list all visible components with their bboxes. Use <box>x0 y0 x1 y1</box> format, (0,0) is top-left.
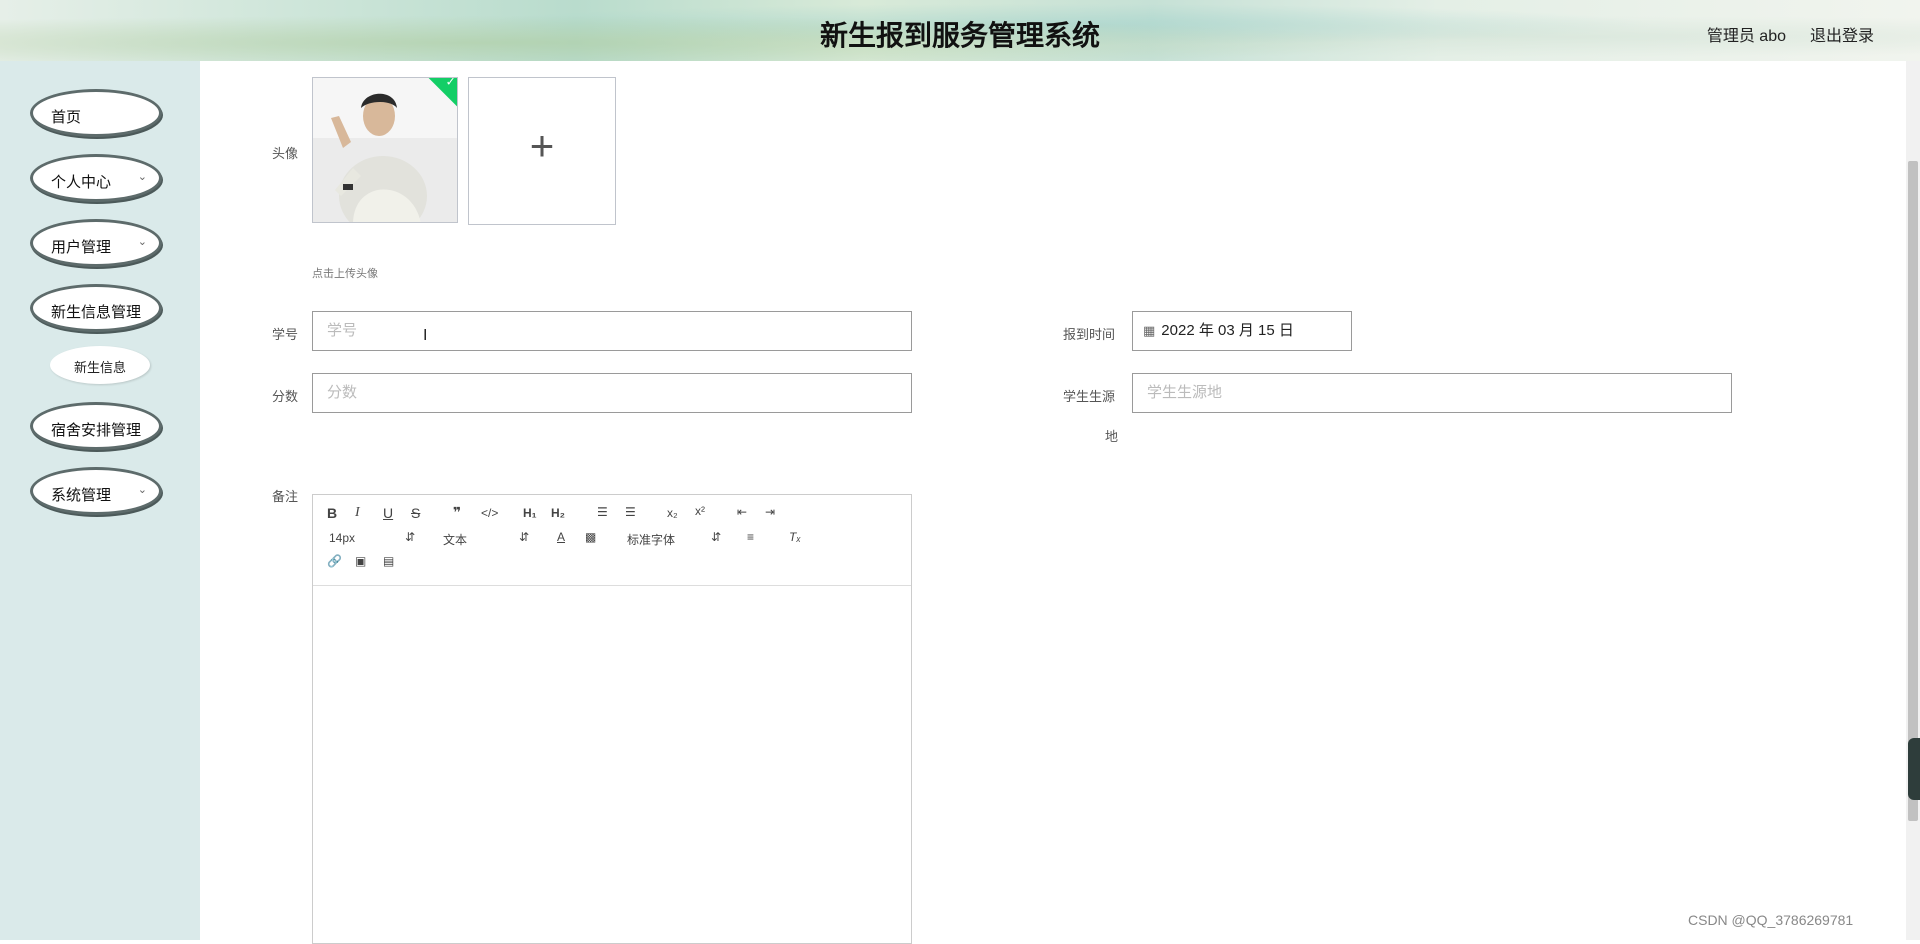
ordered-list-icon[interactable]: ☰ <box>597 505 608 519</box>
student-id-input[interactable]: 学号 <box>312 311 912 351</box>
avatar-photo-icon <box>313 78 457 222</box>
register-time-label: 报到时间 <box>1063 327 1116 342</box>
rich-text-editor[interactable]: B I U S ❞ </> H₁ H₂ ☰ ☰ x₂ x² ⇤ ⇥ 14px ⇵… <box>312 494 912 944</box>
origin-label-line1: 学生生源 <box>1063 389 1116 404</box>
current-user: 管理员 abo <box>1706 28 1786 45</box>
notes-label: 备注 <box>272 489 299 504</box>
text-style-select-arrows-icon: ⇵ <box>519 530 530 544</box>
sidebar-item-home[interactable]: 首页 <box>30 89 162 137</box>
bullet-list-icon[interactable]: ☰ <box>625 505 636 519</box>
sidebar-subitem-student-info[interactable]: 新生信息 <box>50 346 150 384</box>
sidebar-item-student-info-management[interactable]: 新生信息管理 <box>30 284 162 332</box>
avatar-upload-button[interactable]: + <box>468 77 616 225</box>
strikethrough-icon[interactable]: S <box>411 505 420 521</box>
vertical-scrollbar[interactable] <box>1906 61 1920 940</box>
avatar-label: 头像 <box>272 146 299 161</box>
logout-link[interactable]: 退出登录 <box>1810 22 1874 46</box>
background-color-icon[interactable]: ▩ <box>585 530 596 544</box>
check-icon: ✓ <box>445 77 456 89</box>
align-left-icon[interactable]: ≡ <box>747 530 754 544</box>
link-icon[interactable]: 🔗 <box>327 554 342 568</box>
italic-icon[interactable]: I <box>355 505 360 521</box>
app-title: 新生报到服务管理系统 <box>819 20 1100 51</box>
text-cursor-icon: I <box>423 327 428 344</box>
heading1-icon[interactable]: H₁ <box>523 506 537 520</box>
sidebar-item-label: 个人中心 <box>51 174 112 191</box>
heading2-icon[interactable]: H₂ <box>551 506 565 520</box>
underline-icon[interactable]: U <box>383 505 393 521</box>
sidebar: 首页 个人中心 ⌄ 用户管理 ⌄ 新生信息管理 新生信息 宿舍安排管理 系统管理… <box>0 61 200 940</box>
scrollbar-thumb[interactable] <box>1908 161 1918 821</box>
register-time-value: 2022 年 03 月 15 日 <box>1161 322 1294 339</box>
chevron-down-icon: ⌄ <box>137 171 147 183</box>
calendar-icon: ▦ <box>1143 323 1156 338</box>
chevron-down-icon: ⌄ <box>137 236 147 248</box>
sidebar-item-personal-center[interactable]: 个人中心 ⌄ <box>30 154 162 202</box>
origin-input[interactable]: 学生生源地 <box>1132 373 1732 413</box>
app-header: 新生报到服务管理系统 管理员 abo 退出登录 <box>0 0 1920 61</box>
upload-tip: 点击上传头像 <box>312 268 378 280</box>
score-label: 分数 <box>272 389 299 404</box>
bold-icon[interactable]: B <box>327 505 337 521</box>
editor-toolbar: B I U S ❞ </> H₁ H₂ ☰ ☰ x₂ x² ⇤ ⇥ 14px ⇵… <box>313 495 911 586</box>
blockquote-icon[interactable]: ❞ <box>453 504 461 521</box>
score-input[interactable]: 分数 <box>312 373 912 413</box>
sidebar-subitem-label: 新生信息 <box>73 360 126 375</box>
register-time-picker[interactable]: ▦ 2022 年 03 月 15 日 <box>1132 311 1352 351</box>
floating-tool-widget[interactable] <box>1908 738 1920 800</box>
student-id-label: 学号 <box>272 327 299 342</box>
chevron-down-icon: ⌄ <box>137 484 147 496</box>
font-color-icon[interactable]: A <box>557 530 565 544</box>
superscript-icon[interactable]: x² <box>695 504 705 518</box>
video-icon[interactable]: ▤ <box>383 554 394 568</box>
origin-label-line2: 地 <box>1105 429 1119 444</box>
code-block-icon[interactable]: </> <box>481 506 498 520</box>
image-icon[interactable]: ▣ <box>355 554 366 568</box>
sidebar-item-label: 用户管理 <box>51 239 112 256</box>
font-family-select[interactable]: 标准字体 <box>627 531 675 548</box>
avatar-thumbnail[interactable]: ✓ <box>312 77 458 223</box>
plus-icon: + <box>529 122 555 169</box>
sidebar-item-user-management[interactable]: 用户管理 ⌄ <box>30 219 162 267</box>
font-family-select-arrows-icon: ⇵ <box>711 530 722 544</box>
sidebar-item-label: 新生信息管理 <box>51 304 142 321</box>
sidebar-item-system-management[interactable]: 系统管理 ⌄ <box>30 467 162 515</box>
sidebar-item-label: 首页 <box>51 109 82 126</box>
editor-content-area[interactable] <box>313 585 911 943</box>
indent-icon[interactable]: ⇥ <box>765 505 775 519</box>
font-size-select[interactable]: 14px <box>329 531 355 545</box>
sidebar-item-dorm-management[interactable]: 宿舍安排管理 <box>30 402 162 450</box>
sidebar-item-label: 系统管理 <box>51 487 112 504</box>
sidebar-item-label: 宿舍安排管理 <box>51 422 142 439</box>
font-size-select-arrows-icon: ⇵ <box>405 530 416 544</box>
subscript-icon[interactable]: x₂ <box>667 506 678 520</box>
text-style-select[interactable]: 文本 <box>443 531 467 548</box>
outdent-icon[interactable]: ⇤ <box>737 505 747 519</box>
watermark: CSDN @QQ_3786269781 <box>1688 912 1854 928</box>
clear-format-icon[interactable]: Tₓ <box>789 530 801 544</box>
